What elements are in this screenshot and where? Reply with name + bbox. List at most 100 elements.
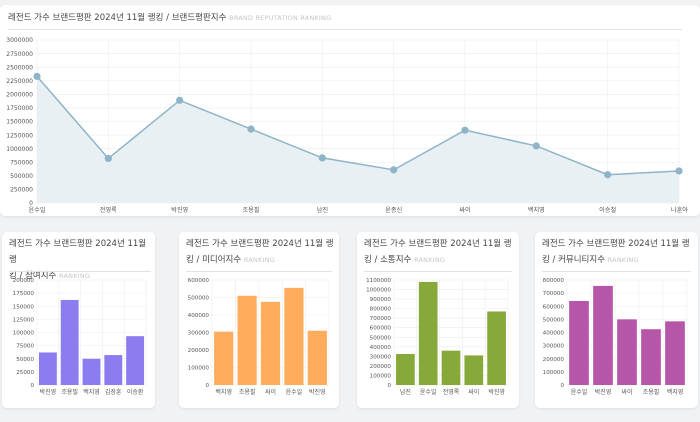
- line-chart: 0250000500000750000100000012500001500000…: [6, 37, 688, 214]
- bar: [593, 285, 613, 385]
- y-tick-label: 700000: [370, 316, 392, 322]
- x-tick-label: 김장훈: [105, 388, 122, 396]
- y-tick-label: 1000000: [6, 146, 33, 153]
- y-tick-label: 600000: [543, 304, 565, 310]
- y-tick-label: 2500000: [6, 64, 33, 71]
- y-tick-label: 150000: [13, 304, 35, 310]
- y-tick-label: 0: [205, 383, 209, 389]
- bar: [104, 355, 123, 385]
- bar: [464, 355, 484, 385]
- y-tick-label: 1250000: [6, 132, 33, 139]
- y-tick-label: 2750000: [6, 51, 33, 58]
- y-tick-label: 2000000: [6, 92, 33, 99]
- y-tick-label: 200000: [13, 278, 35, 284]
- x-tick-label: 싸이: [265, 388, 276, 396]
- line-chart-card: 레전드 가수 브랜드평판 2024년 11월 랭킹 / 브랜드평판지수 BRAN…: [0, 5, 700, 216]
- bar-card-communication: 레전드 가수 브랜드평판 2024년 11월 랭 킹 / 소통지수 RANKIN…: [357, 232, 519, 408]
- y-tick-label: 900000: [370, 297, 392, 303]
- x-tick-label: 전영록: [100, 206, 117, 214]
- bar: [396, 353, 415, 385]
- x-tick-label: 윤수일: [28, 206, 45, 214]
- bar: [60, 299, 79, 385]
- x-tick-label: 나훈아: [671, 206, 688, 214]
- bar: [665, 321, 685, 385]
- x-tick-label: 박진영: [309, 388, 326, 396]
- data-point: [461, 126, 469, 134]
- bar: [82, 358, 101, 385]
- y-tick-label: 600000: [188, 278, 210, 284]
- y-tick-label: 25000: [16, 370, 34, 376]
- bar-chart-media: 0 100000 200000 300000 400000 500000 600000 백지영…: [188, 278, 330, 396]
- x-tick-label: 조용필: [643, 389, 660, 396]
- y-tick-label: 500000: [10, 173, 33, 180]
- x-tick-label: 남진: [400, 388, 411, 396]
- area-fill: [37, 76, 679, 203]
- y-tick-label: 200000: [543, 357, 565, 363]
- x-tick-label: 이승환: [127, 388, 144, 396]
- y-tick-label: 175000: [13, 291, 35, 297]
- bar: [38, 352, 57, 385]
- x-tick-label: 박진영: [171, 206, 188, 214]
- bar-card-participation: 레전드 가수 브랜드평판 2024년 11월 랭 킹 / 참여지수 RANKIN…: [2, 232, 155, 408]
- y-tick-label: 3000000: [6, 37, 33, 44]
- y-tick-label: 1500000: [6, 119, 33, 126]
- y-tick-label: 400000: [543, 331, 565, 337]
- data-point: [604, 171, 612, 179]
- y-tick-label: 800000: [370, 307, 392, 313]
- bar: [617, 319, 637, 385]
- y-tick-label: 500000: [188, 296, 210, 302]
- y-tick-label: 700000: [543, 291, 565, 297]
- bar: [307, 330, 327, 385]
- bar: [126, 336, 145, 385]
- x-tick-label: 이승철: [599, 206, 616, 214]
- data-point: [318, 154, 326, 162]
- bar-card-community: 레전드 가수 브랜드평판 2024년 11월 랭 킹 / 커뮤니티지수 RANK…: [535, 232, 698, 408]
- y-tick-label: 800000: [543, 278, 565, 284]
- x-tick-label: 조용필: [242, 207, 259, 214]
- bar-chart-community: 0 100000 200000 300000 400000 500000 600000 700…: [543, 278, 688, 396]
- x-tick-label: 백지영: [528, 206, 545, 214]
- y-tick-label: 300000: [370, 354, 392, 360]
- x-tick-label: 윤수일: [420, 388, 437, 396]
- y-tick-label: 200000: [370, 364, 392, 370]
- x-tick-label: 싸이: [459, 206, 470, 214]
- bar: [260, 301, 281, 385]
- x-tick-label: 남진: [317, 206, 329, 214]
- y-tick-label: 500000: [543, 317, 565, 323]
- y-tick-label: 250000: [10, 187, 33, 194]
- x-tick-label: 백지영: [667, 388, 684, 396]
- y-tick-label: 50000: [16, 357, 34, 363]
- bar: [214, 331, 234, 385]
- x-tick-label: 조용필: [239, 389, 256, 396]
- bar-card-media: 레전드 가수 브랜드평판 2024년 11월 랭 킹 / 미디어지수 RANKI…: [179, 232, 339, 408]
- data-point: [104, 154, 112, 163]
- y-tick-label: 300000: [188, 331, 210, 337]
- data-point: [390, 166, 398, 174]
- y-tick-label: 400000: [188, 313, 210, 319]
- data-point: [247, 125, 255, 133]
- bar: [418, 281, 438, 385]
- y-tick-label: 75000: [16, 344, 34, 350]
- y-tick-label: 1000000: [366, 288, 391, 294]
- x-tick-label: 박진영: [488, 388, 505, 396]
- bar-chart-participation: 0 25000 50000 75000 100000 125000 150000 175000…: [13, 278, 147, 396]
- y-tick-label: 100000: [188, 366, 210, 372]
- y-tick-label: 600000: [370, 326, 392, 332]
- y-tick-label: 0: [30, 383, 34, 389]
- data-point: [532, 142, 540, 150]
- x-tick-label: 윤수일: [286, 388, 303, 396]
- x-tick-label: 백지영: [83, 388, 100, 396]
- y-tick-label: 100000: [370, 373, 392, 379]
- y-tick-label: 500000: [370, 335, 392, 341]
- x-tick-label: 싸이: [468, 388, 479, 396]
- x-tick-label: 박진영: [595, 388, 612, 396]
- data-point: [675, 167, 683, 175]
- y-tick-label: 400000: [370, 345, 392, 351]
- bar: [569, 301, 589, 385]
- x-tick-label: 윤종신: [385, 206, 402, 214]
- x-tick-label: 윤수일: [571, 388, 588, 396]
- y-tick-label: 200000: [188, 348, 210, 354]
- data-point: [33, 72, 41, 81]
- x-tick-label: 박진영: [40, 388, 57, 396]
- bar-chart-communication: 0 100000 200000 300000 400000 500000 600000 700…: [366, 278, 509, 396]
